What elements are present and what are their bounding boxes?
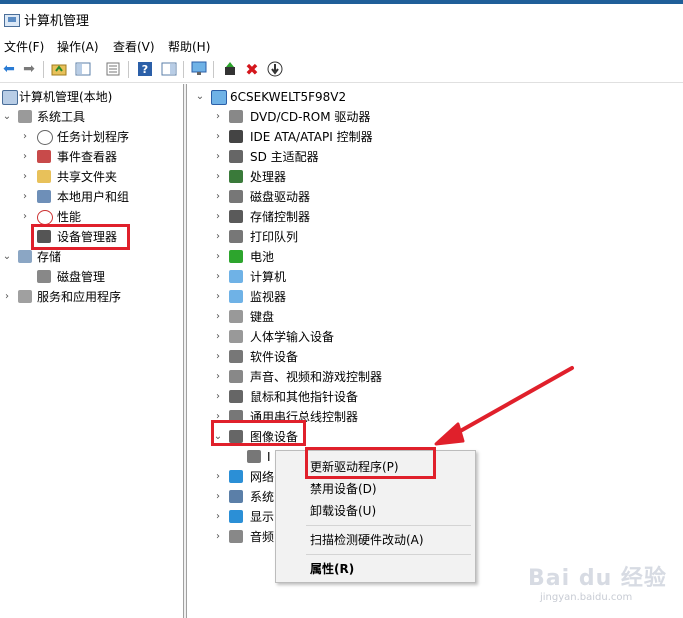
speaker-icon: [229, 370, 243, 383]
chevron-right-icon[interactable]: ›: [213, 148, 223, 166]
dvd-icon: [229, 110, 243, 123]
keyboard-icon: [229, 310, 243, 323]
watermark: Bai du 经验 jingyan.baidu.com: [528, 560, 667, 603]
forward-icon[interactable]: ➡: [20, 60, 38, 78]
event-viewer-icon: [37, 150, 51, 163]
storage-controller-icon: [229, 210, 243, 223]
up-folder-icon[interactable]: [50, 60, 68, 78]
chevron-right-icon[interactable]: ›: [213, 268, 223, 286]
storage-icon: [18, 250, 32, 263]
title-bar: 计算机管理: [0, 4, 683, 31]
back-icon[interactable]: ⬅: [0, 60, 18, 78]
chevron-down-icon[interactable]: ⌄: [2, 248, 12, 266]
highlight-device-manager: [31, 224, 130, 250]
display-adapter-icon: [229, 510, 243, 523]
chevron-right-icon[interactable]: ›: [213, 348, 223, 366]
toolbar: ⬅ ➡ ? ✖: [0, 58, 683, 83]
chevron-right-icon[interactable]: ›: [213, 168, 223, 186]
chevron-right-icon[interactable]: ›: [213, 308, 223, 326]
chevron-right-icon[interactable]: ›: [213, 368, 223, 386]
ctx-properties[interactable]: 属性(R): [310, 560, 354, 578]
disk-drive-icon: [229, 190, 243, 203]
ide-controller-icon: [229, 130, 243, 143]
chevron-right-icon[interactable]: ›: [213, 388, 223, 406]
ctx-separator: [306, 525, 471, 526]
computer-icon: [211, 90, 227, 105]
help-icon[interactable]: ?: [136, 60, 154, 78]
ctx-scan-hardware[interactable]: 扫描检测硬件改动(A): [310, 531, 424, 549]
chevron-right-icon[interactable]: ›: [213, 468, 223, 486]
network-icon: [229, 470, 243, 483]
chevron-right-icon[interactable]: ›: [213, 128, 223, 146]
uninstall-icon[interactable]: ✖: [243, 60, 261, 79]
properties-icon[interactable]: [104, 60, 122, 78]
battery-icon: [229, 250, 243, 263]
ctx-separator: [306, 554, 471, 555]
show-tree-icon[interactable]: [74, 60, 92, 78]
mouse-icon: [229, 390, 243, 403]
system-tools-icon: [18, 110, 32, 123]
chevron-right-icon[interactable]: ›: [213, 228, 223, 246]
chevron-right-icon[interactable]: ›: [20, 188, 30, 206]
chevron-right-icon[interactable]: ›: [213, 328, 223, 346]
services-icon: [18, 290, 32, 303]
disable-icon[interactable]: [266, 60, 284, 78]
chevron-right-icon[interactable]: ›: [213, 508, 223, 526]
highlight-update-driver: [305, 447, 436, 479]
chevron-right-icon[interactable]: ›: [20, 128, 30, 146]
action-pane-icon[interactable]: [160, 60, 178, 78]
audio-icon: [229, 530, 243, 543]
update-driver-icon[interactable]: [221, 60, 239, 78]
chevron-right-icon[interactable]: ›: [213, 488, 223, 506]
watermark-sub: jingyan.baidu.com: [540, 592, 633, 603]
computer-management-icon: [2, 90, 18, 105]
chevron-right-icon[interactable]: ›: [20, 208, 30, 226]
chevron-right-icon[interactable]: ›: [213, 188, 223, 206]
performance-icon: [37, 210, 53, 225]
computer-management-icon: [4, 14, 20, 27]
ctx-disable-device[interactable]: 禁用设备(D): [310, 480, 377, 498]
chevron-down-icon[interactable]: ⌄: [195, 88, 205, 106]
highlight-imaging-devices: [211, 420, 306, 446]
system-device-icon: [229, 490, 243, 503]
disk-icon: [37, 270, 51, 283]
menu-help[interactable]: 帮助(H): [168, 38, 210, 55]
printer-icon: [229, 230, 243, 243]
users-icon: [37, 190, 51, 203]
monitor-icon: [229, 290, 243, 303]
sd-adapter-icon: [229, 150, 243, 163]
menu-file[interactable]: 文件(F): [4, 38, 44, 55]
monitor-icon[interactable]: [190, 60, 208, 78]
software-device-icon: [229, 350, 243, 363]
chevron-right-icon[interactable]: ›: [213, 248, 223, 266]
chevron-right-icon[interactable]: ›: [20, 168, 30, 186]
ctx-uninstall-device[interactable]: 卸载设备(U): [310, 502, 376, 520]
chevron-right-icon[interactable]: ›: [213, 528, 223, 546]
menu-view[interactable]: 查看(V): [113, 38, 155, 55]
chevron-right-icon[interactable]: ›: [213, 208, 223, 226]
menu-bar: 文件(F) 操作(A) 查看(V) 帮助(H): [0, 34, 683, 56]
clock-icon: [37, 130, 53, 145]
processor-icon: [229, 170, 243, 183]
shared-folder-icon: [37, 170, 51, 183]
svg-text:?: ?: [142, 63, 148, 76]
chevron-right-icon[interactable]: ›: [213, 288, 223, 306]
menu-action[interactable]: 操作(A): [57, 38, 99, 55]
chevron-right-icon[interactable]: ›: [213, 108, 223, 126]
chevron-right-icon[interactable]: ›: [2, 288, 12, 306]
camera-icon: [247, 450, 261, 463]
chevron-right-icon[interactable]: ›: [20, 148, 30, 166]
watermark-main: Bai du 经验: [528, 566, 667, 591]
chevron-down-icon[interactable]: ⌄: [2, 108, 12, 126]
console-tree: 计算机管理(本地) ⌄ 系统工具 › 任务计划程序 › 事件查看器 › 共享文件…: [0, 84, 183, 618]
hid-icon: [229, 330, 243, 343]
computer-icon: [229, 270, 243, 283]
window-title: 计算机管理: [24, 14, 90, 29]
